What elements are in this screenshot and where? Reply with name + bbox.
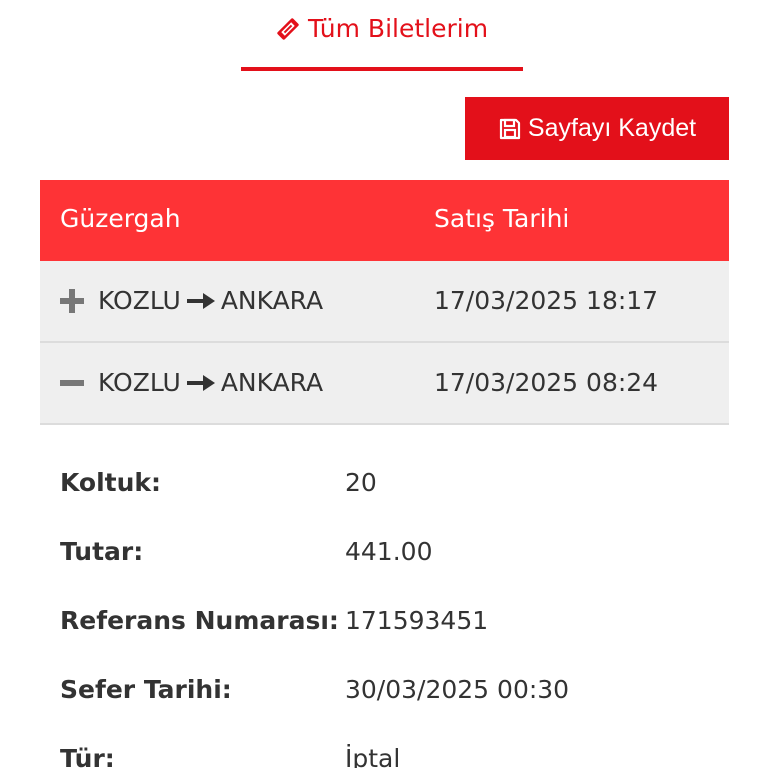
sale-date-cell: 17/03/2025 08:24: [434, 368, 659, 397]
detail-amount: Tutar: 441.00: [60, 529, 720, 598]
tickets-page: Tüm Biletlerim Sayfayı Kaydet Güzergah S…: [0, 0, 768, 768]
tab-active-underline: [241, 67, 523, 71]
table-row[interactable]: KOZLU ANKARA 17/03/2025 18:17: [40, 261, 729, 343]
route-to: ANKARA: [220, 368, 324, 397]
expand-plus-icon[interactable]: [60, 288, 84, 313]
detail-reference-number: Referans Numarası: 171593451: [60, 598, 720, 667]
tab-all-tickets-label: Tüm Biletlerim: [307, 14, 489, 43]
route-from: KOZLU: [98, 368, 181, 397]
detail-label: Referans Numarası:: [60, 606, 339, 635]
detail-label: Sefer Tarihi:: [60, 675, 232, 704]
floppy-disk-icon: [498, 117, 522, 141]
table-header: Güzergah Satış Tarihi: [40, 180, 729, 261]
detail-type: Tür: İptal: [60, 736, 720, 768]
collapse-minus-icon[interactable]: [60, 371, 84, 395]
detail-value: İptal: [345, 744, 401, 768]
detail-value: 30/03/2025 00:30: [345, 675, 570, 704]
detail-value: 20: [345, 468, 377, 497]
column-header-sale-date: Satış Tarihi: [434, 204, 570, 233]
column-header-route: Güzergah: [60, 204, 181, 233]
ticket-icon: [276, 17, 300, 41]
route-from: KOZLU: [98, 286, 181, 315]
detail-seat: Koltuk: 20: [60, 460, 720, 529]
tickets-table: Güzergah Satış Tarihi KOZLU ANKARA 17/03…: [40, 180, 729, 425]
arrow-right-icon: [186, 292, 215, 310]
table-row[interactable]: KOZLU ANKARA 17/03/2025 08:24: [40, 343, 729, 425]
detail-label: Koltuk:: [60, 468, 162, 497]
save-page-label: Sayfayı Kaydet: [527, 114, 697, 142]
detail-value: 171593451: [345, 606, 489, 635]
detail-label: Tür:: [60, 744, 115, 768]
route-to: ANKARA: [220, 286, 324, 315]
detail-label: Tutar:: [60, 537, 144, 566]
route-cell: KOZLU ANKARA: [60, 368, 323, 397]
tab-label-wrap: Tüm Biletlerim: [241, 14, 523, 43]
ticket-details: Koltuk: 20 Tutar: 441.00 Referans Numara…: [60, 460, 720, 768]
route-cell: KOZLU ANKARA: [60, 286, 323, 315]
detail-trip-date: Sefer Tarihi: 30/03/2025 00:30: [60, 667, 720, 736]
save-page-button[interactable]: Sayfayı Kaydet: [465, 97, 729, 160]
sale-date-cell: 17/03/2025 18:17: [434, 286, 659, 315]
tab-all-tickets[interactable]: Tüm Biletlerim: [241, 0, 523, 72]
detail-value: 441.00: [345, 537, 433, 566]
arrow-right-icon: [186, 374, 215, 392]
